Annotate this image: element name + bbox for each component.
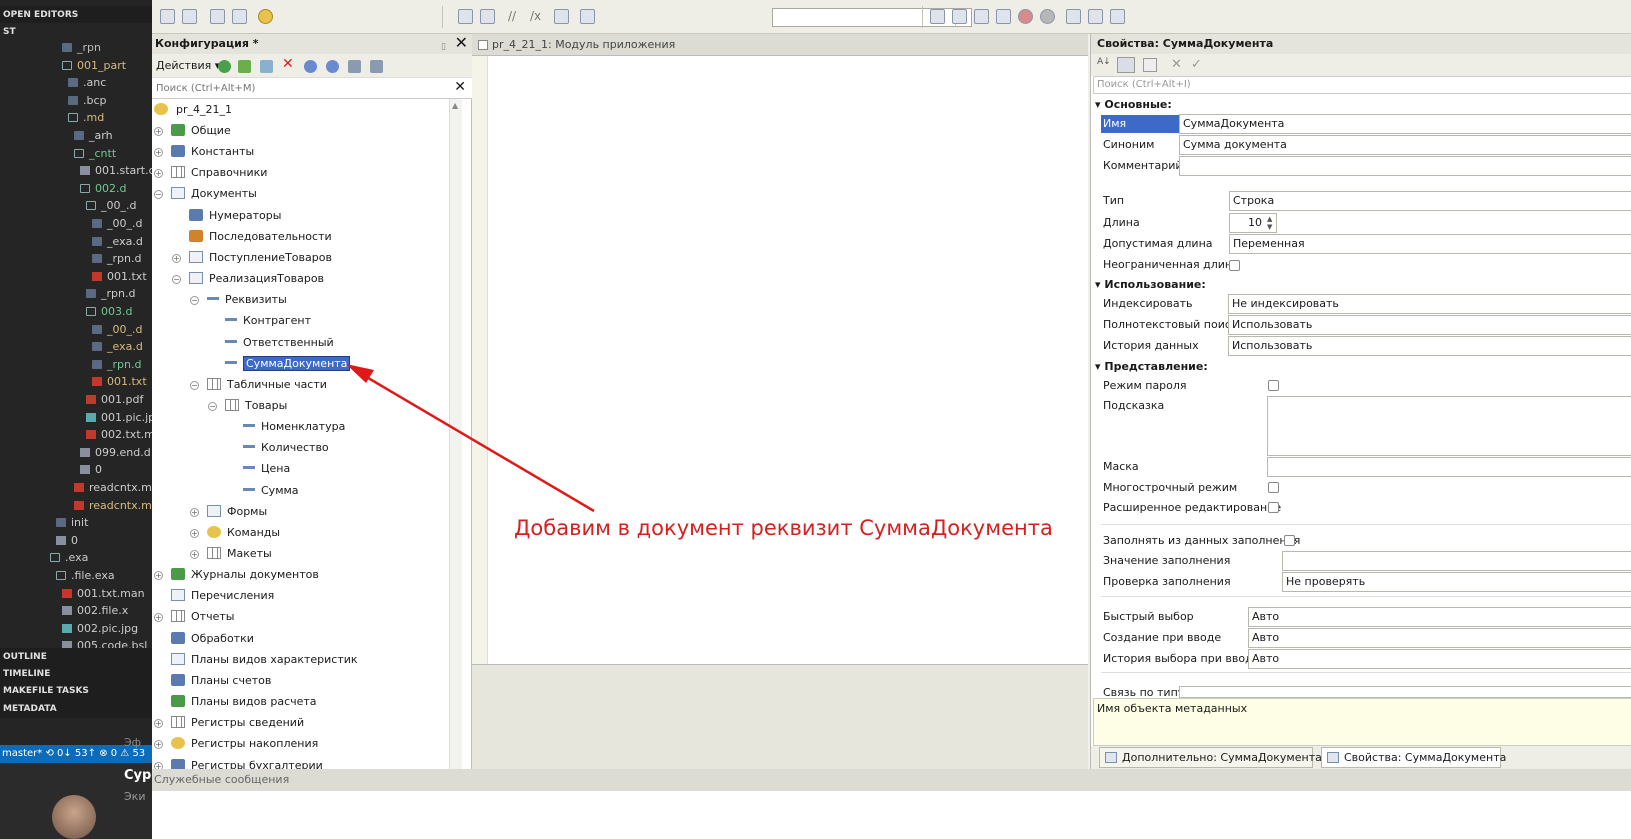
section-usage-label: Использование: bbox=[1104, 278, 1206, 291]
unlimited-label: Неограниченная длина bbox=[1103, 258, 1239, 271]
choice-history-field[interactable]: Авто bbox=[1248, 649, 1631, 669]
quick-choice-field[interactable]: Авто bbox=[1248, 607, 1631, 627]
synonym-field[interactable]: Сумма документа bbox=[1179, 135, 1631, 155]
section-view-label: Представление: bbox=[1104, 360, 1208, 373]
tab-extra[interactable]: Дополнительно: СуммаДокумента bbox=[1099, 747, 1322, 768]
unlimited-checkbox[interactable] bbox=[1229, 260, 1240, 271]
divider bbox=[1101, 672, 1631, 673]
properties-toolbar: A↓ ✕ ✓ bbox=[1091, 54, 1631, 76]
properties-tabs: Дополнительно: СуммаДокумента Свойства: … bbox=[1091, 746, 1631, 769]
length-label: Длина bbox=[1103, 216, 1140, 229]
tab-properties-label: Свойства: СуммаДокумента bbox=[1344, 751, 1507, 764]
history-field[interactable]: Использовать bbox=[1228, 336, 1631, 356]
choice-history-label: История выбора при вводе bbox=[1103, 652, 1260, 665]
link-type-field[interactable] bbox=[1179, 686, 1631, 698]
sort-alpha-icon[interactable]: A↓ bbox=[1097, 57, 1111, 67]
multiline-label: Многострочный режим bbox=[1103, 481, 1238, 494]
section-usage[interactable]: ▾ Использование: bbox=[1095, 277, 1206, 293]
multiline-checkbox[interactable] bbox=[1268, 482, 1279, 493]
fillfrom-label: Заполнять из данных заполнения bbox=[1103, 534, 1301, 547]
apply-icon[interactable]: ✓ bbox=[1191, 57, 1202, 72]
hint-label: Подсказка bbox=[1103, 399, 1165, 412]
name-field[interactable]: СуммаДокумента bbox=[1179, 114, 1631, 134]
allowed-length-label: Допустимая длина bbox=[1103, 237, 1213, 250]
password-checkbox[interactable] bbox=[1268, 380, 1279, 391]
properties-panel: Свойства: СуммаДокумента A↓ ✕ ✓ Поиск (C… bbox=[1090, 34, 1631, 769]
divider bbox=[1101, 596, 1631, 597]
fillcheck-field[interactable]: Не проверять bbox=[1282, 572, 1631, 592]
properties-icon bbox=[1327, 752, 1339, 763]
divider bbox=[1101, 524, 1631, 525]
property-description: Имя объекта метаданных bbox=[1093, 698, 1631, 746]
fillvalue-field[interactable] bbox=[1282, 551, 1631, 571]
type-label: Тип bbox=[1103, 194, 1125, 207]
comment-field[interactable] bbox=[1179, 156, 1631, 176]
extedit-checkbox[interactable] bbox=[1268, 502, 1279, 513]
quick-choice-label: Быстрый выбор bbox=[1103, 610, 1194, 623]
comment-label: Комментарий bbox=[1103, 159, 1183, 172]
section-basic[interactable]: ▾ Основные: bbox=[1095, 97, 1172, 113]
fillfrom-checkbox[interactable] bbox=[1284, 535, 1295, 546]
name-label: Имя bbox=[1101, 115, 1179, 133]
password-label: Режим пароля bbox=[1103, 379, 1187, 392]
fulltext-field[interactable]: Использовать bbox=[1228, 315, 1631, 335]
cancel-icon[interactable]: ✕ bbox=[1171, 57, 1182, 72]
index-label: Индексировать bbox=[1103, 297, 1193, 310]
arrow-line bbox=[357, 370, 595, 513]
tab-extra-label: Дополнительно: СуммаДокумента bbox=[1122, 751, 1322, 764]
extedit-label: Расширенное редактирование bbox=[1103, 501, 1282, 514]
section-view[interactable]: ▾ Представление: bbox=[1095, 359, 1208, 375]
categorize-icon[interactable] bbox=[1117, 57, 1135, 73]
stepper-icon[interactable]: ▲ ▼ bbox=[1267, 215, 1272, 231]
fillvalue-label: Значение заполнения bbox=[1103, 554, 1231, 567]
tab-properties[interactable]: Свойства: СуммаДокумента bbox=[1321, 747, 1506, 768]
history-label: История данных bbox=[1103, 339, 1199, 352]
mask-field[interactable] bbox=[1267, 457, 1631, 477]
messages-panel: Служебные сообщения bbox=[152, 769, 1631, 839]
create-on-input-field[interactable]: Авто bbox=[1248, 628, 1631, 648]
create-on-input-label: Создание при вводе bbox=[1103, 631, 1222, 644]
doc-icon bbox=[1105, 752, 1117, 763]
fulltext-label: Полнотекстовый поиск bbox=[1103, 318, 1238, 331]
filter-props-icon[interactable] bbox=[1143, 58, 1157, 72]
mask-label: Маска bbox=[1103, 460, 1139, 473]
allowed-length-field[interactable]: Переменная bbox=[1229, 234, 1631, 254]
type-field[interactable]: Строка bbox=[1229, 191, 1631, 211]
properties-title: Свойства: СуммаДокумента bbox=[1091, 34, 1631, 54]
synonym-label: Синоним bbox=[1103, 138, 1155, 151]
link-type-label: Связь по типу bbox=[1103, 686, 1185, 697]
section-basic-label: Основные: bbox=[1104, 98, 1172, 111]
annotation-text: Добавим в документ реквизит СуммаДокумен… bbox=[514, 516, 1053, 540]
fillcheck-label: Проверка заполнения bbox=[1103, 575, 1231, 588]
index-field[interactable]: Не индексировать bbox=[1228, 294, 1631, 314]
messages-title: Служебные сообщения bbox=[152, 769, 1631, 791]
hint-field[interactable] bbox=[1267, 396, 1631, 456]
properties-search[interactable]: Поиск (Ctrl+Alt+I) bbox=[1093, 76, 1631, 94]
